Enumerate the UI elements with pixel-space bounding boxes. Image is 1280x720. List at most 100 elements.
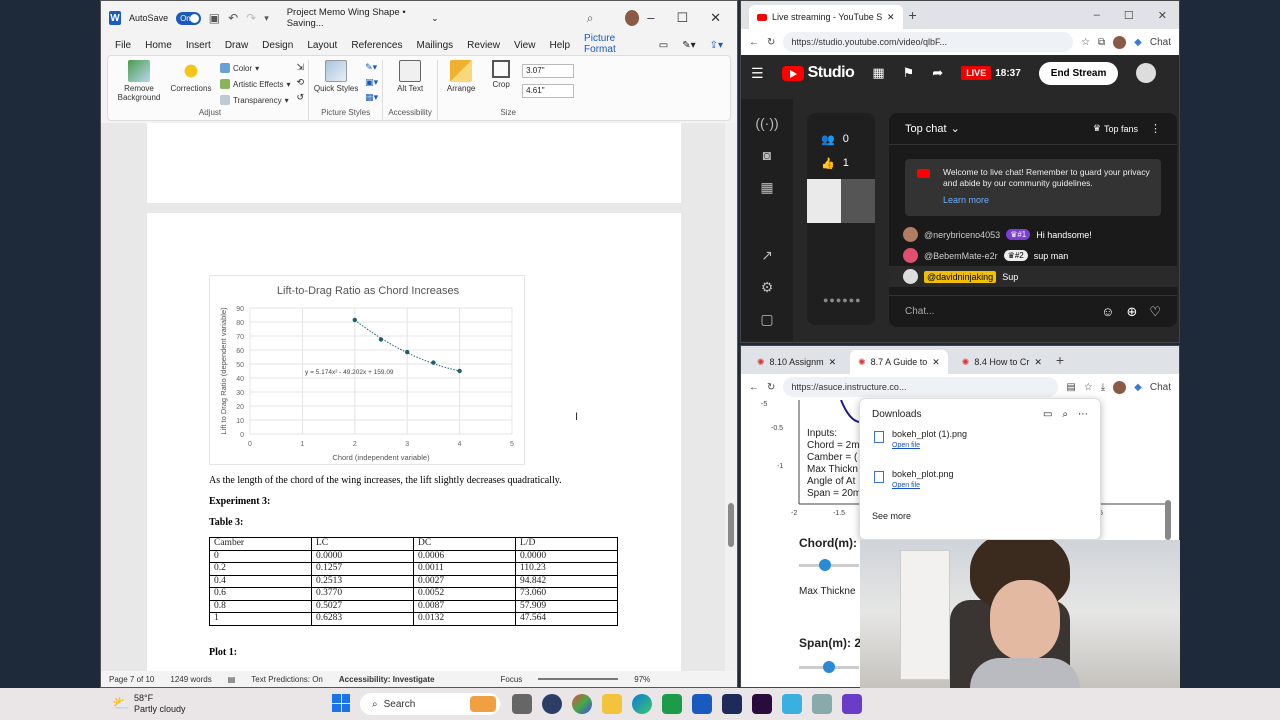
camera-icon[interactable]: ◙ [741, 147, 793, 163]
close-icon[interactable]: ✕ [710, 10, 721, 26]
end-stream-button[interactable]: End Stream [1038, 61, 1119, 85]
crop-button[interactable]: Crop [486, 60, 516, 108]
learn-more-link[interactable]: Learn more [943, 195, 1151, 206]
app-icon[interactable] [722, 694, 742, 714]
customize-qat-icon[interactable]: ▾ [264, 13, 269, 24]
tab-close-icon[interactable]: ✕ [887, 12, 895, 23]
terminal-app-icon[interactable] [662, 694, 682, 714]
picture-effects-icon[interactable]: ▣▾ [365, 77, 378, 88]
tab-draw[interactable]: Draw [225, 40, 248, 51]
copilot-icon[interactable]: ◆ [1134, 382, 1142, 393]
bookmark-icon[interactable]: ☆ [1081, 37, 1090, 48]
save-icon[interactable]: ▣ [209, 11, 220, 25]
studio-logo[interactable]: Studio [781, 64, 855, 82]
tab-close-icon[interactable]: ✕ [1034, 357, 1042, 368]
copilot-chat-label[interactable]: Chat [1150, 382, 1171, 393]
download-icon[interactable]: ⤓ [1101, 382, 1105, 393]
remove-background-button[interactable]: Remove Background [116, 60, 162, 108]
see-more-link[interactable]: See more [860, 511, 1100, 521]
reload-icon[interactable]: ↻ [767, 37, 775, 48]
scroll-thumb[interactable] [728, 503, 734, 547]
height-field[interactable]: 3.07" [522, 64, 575, 78]
tab-review[interactable]: Review [467, 40, 500, 51]
tab-assignment[interactable]: ✺ 8.10 Assignm ✕ [749, 350, 844, 374]
editing-icon[interactable]: ✎▾ [682, 40, 695, 51]
channel-avatar[interactable] [1136, 63, 1157, 83]
hamburger-icon[interactable]: ☰ [751, 65, 764, 82]
document-title[interactable]: Project Memo Wing Shape • Saving... [287, 7, 423, 29]
focus-button[interactable]: Focus [500, 675, 522, 684]
bookmark-icon[interactable]: ⚑ [903, 65, 915, 81]
compress-icon[interactable]: ⇲ [297, 62, 305, 73]
heart-icon[interactable]: ♡ [1149, 304, 1161, 320]
chat-message[interactable]: @BebemMate-e2r ♛#2 sup man [889, 245, 1177, 266]
tab-close-icon[interactable]: ✕ [829, 357, 837, 368]
width-field[interactable]: 4.61" [522, 84, 575, 98]
chrome-icon[interactable] [572, 694, 592, 714]
transparency-button[interactable]: Transparency ▾ [220, 92, 291, 108]
reader-icon[interactable]: ▤ [1066, 382, 1075, 393]
new-tab-icon[interactable]: + [909, 7, 917, 23]
autosave-toggle[interactable]: On [176, 11, 201, 25]
document-scrollbar[interactable] [725, 123, 737, 673]
camera-icon[interactable] [812, 694, 832, 714]
new-tab-icon[interactable]: + [1056, 352, 1064, 368]
tab-insert[interactable]: Insert [186, 40, 211, 51]
change-picture-icon[interactable]: ⟲ [297, 77, 305, 88]
task-view-icon[interactable] [512, 694, 532, 714]
more-icon[interactable]: ⋮ [1150, 122, 1161, 135]
open-file-link[interactable]: Open file [892, 482, 954, 489]
url-field[interactable]: https://asuce.instructure.co... [783, 377, 1059, 397]
document-canvas[interactable]: Lift-to-Drag Ratio as Chord Increases 0 10… [101, 123, 727, 673]
open-file-link[interactable]: Open file [892, 442, 967, 449]
tab-how-to[interactable]: ✺ 8.4 How to Cr ✕ [954, 350, 1050, 374]
download-item[interactable]: bokeh_plot.png Open file [860, 469, 1100, 509]
color-button[interactable]: Color ▾ [220, 60, 291, 76]
bookmark-icon[interactable]: ☆ [1084, 382, 1093, 393]
weather-icon[interactable]: ⛅ [112, 695, 129, 712]
chevron-down-icon[interactable]: ⌄ [951, 122, 960, 135]
copilot-chat-label[interactable]: Chat [1150, 37, 1171, 48]
picture-layout-icon[interactable]: ▦▾ [365, 92, 378, 103]
artistic-effects-button[interactable]: Artistic Effects ▾ [220, 76, 291, 92]
undo-icon[interactable]: ↶ [228, 11, 238, 25]
chat-message[interactable]: @nerybriceno4053 ♛#1 Hi handsome! [889, 224, 1177, 245]
tab-guide[interactable]: ✺ 8.7 A Guide to ✕ [850, 350, 948, 374]
share-icon[interactable]: ⇪▾ [710, 40, 723, 51]
search-icon[interactable]: ⌕ [587, 11, 594, 26]
quick-styles-button[interactable]: Quick Styles [313, 60, 359, 108]
slider-handle[interactable] [819, 559, 831, 571]
reload-icon[interactable]: ↻ [767, 382, 775, 393]
taskbar-search[interactable]: ⌕ Search [360, 693, 500, 715]
tab-youtube-studio[interactable]: Live streaming - YouTube Stu ✕ [749, 5, 903, 29]
avatar[interactable] [1113, 380, 1127, 394]
start-icon[interactable] [332, 694, 350, 712]
calendar-icon[interactable]: ▦ [741, 179, 793, 196]
lift-drag-chart[interactable]: Lift-to-Drag Ratio as Chord Increases 0 10… [209, 275, 525, 465]
maximize-icon[interactable]: ☐ [1124, 9, 1134, 22]
redo-icon[interactable]: ↷ [246, 11, 256, 25]
download-item[interactable]: bokeh_plot (1).png Open file [860, 429, 1100, 469]
tab-file[interactable]: File [115, 40, 131, 51]
external-link-icon[interactable]: ↗ [741, 247, 793, 264]
copilot-icon[interactable]: ◆ [1134, 37, 1142, 48]
minimize-icon[interactable]: – [1094, 9, 1100, 22]
avatar[interactable] [625, 10, 640, 26]
arrange-button[interactable]: Arrange [442, 60, 480, 108]
settings-icon[interactable]: ⚙ [741, 279, 793, 296]
share-icon[interactable]: ➦ [932, 65, 943, 81]
add-icon[interactable]: ⊕ [1126, 304, 1137, 320]
url-field[interactable]: https://studio.youtube.com/video/qlbF... [783, 32, 1074, 52]
obs-icon[interactable] [542, 694, 562, 714]
weather-widget[interactable]: 58°F Partly cloudy [134, 693, 186, 715]
word-icon[interactable] [692, 694, 712, 714]
tab-references[interactable]: References [351, 40, 402, 51]
accessibility-status[interactable]: Accessibility: Investigate [339, 675, 435, 684]
back-icon[interactable]: ← [749, 37, 759, 48]
proofing-icon[interactable]: ▤ [228, 675, 236, 684]
reset-picture-icon[interactable]: ↺ [297, 92, 305, 103]
top-chat-dropdown[interactable]: Top chat [905, 123, 947, 135]
minimize-icon[interactable]: – [647, 10, 654, 26]
feedback-icon[interactable]: ▢ [741, 311, 793, 328]
zoom-slider[interactable] [538, 678, 619, 680]
